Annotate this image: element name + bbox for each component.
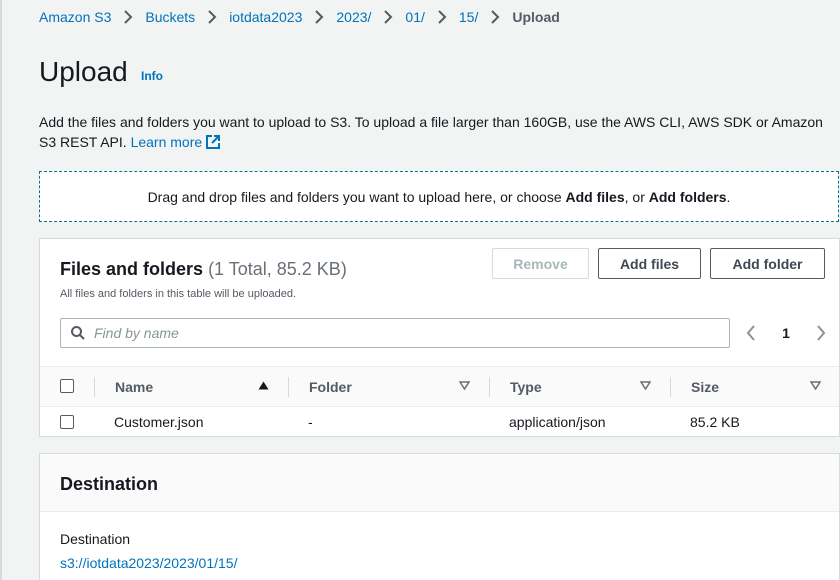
breadcrumb-current-upload: Upload <box>512 9 560 25</box>
cell-folder: - <box>308 414 313 430</box>
column-divider <box>489 377 490 397</box>
dropzone-add-folders: Add folders <box>648 188 727 205</box>
destination-s3-link[interactable]: s3://iotdata2023/2023/01/15/ <box>60 555 237 571</box>
upload-dropzone[interactable]: Drag and drop files and folders you want… <box>39 171 839 222</box>
chevron-right-icon <box>111 10 145 24</box>
destination-panel-header: Destination <box>40 454 839 512</box>
dropzone-suffix: . <box>726 188 731 205</box>
breadcrumb-bucket-iotdata2023[interactable]: iotdata2023 <box>229 9 302 25</box>
external-link-icon <box>206 135 221 149</box>
column-header-size[interactable]: Size <box>691 379 719 395</box>
chevron-right-icon <box>425 10 459 24</box>
breadcrumb-folder-01[interactable]: 01/ <box>405 9 424 25</box>
chevron-right-icon[interactable] <box>816 325 826 341</box>
chevron-right-icon <box>302 10 336 24</box>
destination-label: Destination <box>60 531 131 547</box>
column-header-name[interactable]: Name <box>115 379 153 395</box>
add-folder-button[interactable]: Add folder <box>710 248 825 279</box>
breadcrumb-buckets[interactable]: Buckets <box>145 9 195 25</box>
files-panel-subtitle: All files and folders in this table will… <box>60 288 297 300</box>
sort-icon[interactable] <box>810 381 821 390</box>
files-panel-title-text: Files and folders <box>60 259 204 279</box>
breadcrumb: Amazon S3 Buckets iotdata2023 2023/ 01/ … <box>39 8 560 26</box>
cell-name: Customer.json <box>114 414 204 430</box>
page-description: Add the files and folders you want to up… <box>39 112 839 152</box>
dropzone-text: Drag and drop files and folders you want… <box>148 189 731 205</box>
cell-size: 85.2 KB <box>690 414 740 430</box>
learn-more-label: Learn more <box>130 134 203 150</box>
search-input[interactable] <box>94 325 694 341</box>
column-header-type[interactable]: Type <box>510 379 542 395</box>
destination-panel: Destination Destination s3://iotdata2023… <box>39 453 840 580</box>
column-header-folder[interactable]: Folder <box>309 379 352 395</box>
files-and-folders-panel: Files and folders (1 Total, 85.2 KB) All… <box>39 238 840 437</box>
learn-more-link[interactable]: Learn more <box>131 134 221 150</box>
chevron-left-icon[interactable] <box>746 325 756 341</box>
page-title: Upload <box>39 56 128 87</box>
column-divider <box>94 377 95 397</box>
add-files-button[interactable]: Add files <box>598 248 701 279</box>
column-divider <box>288 377 289 397</box>
current-page-number[interactable]: 1 <box>782 325 790 341</box>
table-header: Name Folder Type Size <box>40 366 839 407</box>
files-panel-title: Files and folders (1 Total, 85.2 KB) <box>60 259 347 280</box>
sort-icon[interactable] <box>459 381 470 390</box>
page-left-border <box>0 0 2 580</box>
chevron-right-icon <box>371 10 405 24</box>
breadcrumb-folder-15[interactable]: 15/ <box>459 9 478 25</box>
chevron-right-icon <box>195 10 229 24</box>
search-icon <box>71 326 85 340</box>
pagination: 1 <box>746 323 826 343</box>
destination-panel-title: Destination <box>60 474 159 494</box>
sort-icon[interactable] <box>640 381 651 390</box>
breadcrumb-folder-2023[interactable]: 2023/ <box>336 9 371 25</box>
chevron-right-icon <box>478 10 512 24</box>
dropzone-add-files: Add files <box>565 188 625 205</box>
sort-ascending-icon[interactable] <box>258 381 269 390</box>
breadcrumb-amazon-s3[interactable]: Amazon S3 <box>39 9 111 25</box>
cell-type: application/json <box>509 414 606 430</box>
dropzone-prefix: Drag and drop files and folders you want… <box>147 188 566 205</box>
files-panel-count: (1 Total, 85.2 KB) <box>208 259 347 279</box>
select-all-checkbox[interactable] <box>60 379 74 393</box>
column-divider <box>670 377 671 397</box>
info-link[interactable]: Info <box>141 69 163 83</box>
row-checkbox[interactable] <box>60 415 74 429</box>
remove-button[interactable]: Remove <box>492 248 589 279</box>
dropzone-middle: , or <box>624 188 649 205</box>
table-row[interactable]: Customer.json - application/json 85.2 KB <box>40 407 839 437</box>
find-by-name-search <box>60 318 730 348</box>
